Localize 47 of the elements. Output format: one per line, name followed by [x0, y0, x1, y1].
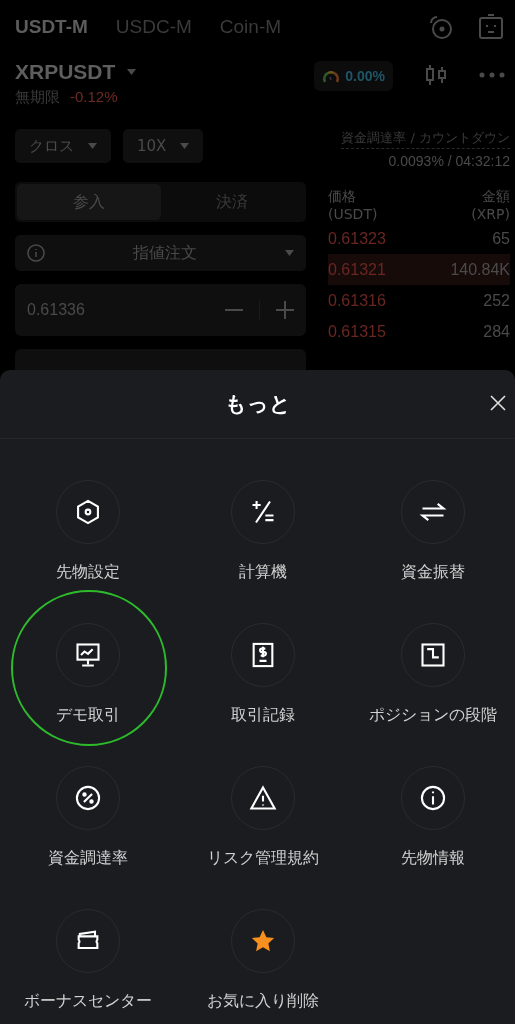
sentiment-badge[interactable]: 0.00%: [314, 61, 393, 91]
info-icon: [418, 784, 447, 812]
menu-label[interactable]: デモ取引: [55, 704, 120, 726]
steps-icon: [418, 641, 447, 669]
menu-label[interactable]: 計算機: [238, 561, 287, 583]
menu-label[interactable]: 先物設定: [55, 561, 120, 583]
gauge-icon: [322, 68, 341, 84]
chart-monitor-icon: [73, 641, 102, 669]
price-text: 0.61315: [328, 322, 386, 341]
amount-text: 65: [492, 229, 510, 248]
contract-type: 無期限: [15, 88, 60, 107]
leverage-select[interactable]: 10X: [123, 129, 204, 163]
market-tab[interactable]: USDT-M: [15, 16, 88, 38]
column-header: 金額: [481, 187, 510, 205]
amount-text: 252: [483, 291, 510, 310]
column-unit: (USDT): [328, 205, 378, 223]
order-type-select[interactable]: 指値注文: [15, 235, 306, 271]
price-text: 0.61321: [328, 260, 386, 279]
menu-label[interactable]: 取引記録: [230, 704, 295, 726]
percent-icon: [73, 784, 102, 812]
caret-icon: [88, 143, 97, 149]
market-tab[interactable]: USDC-M: [115, 16, 192, 38]
menu-label[interactable]: 資金調達率: [47, 847, 128, 869]
caret-icon: [285, 250, 294, 256]
column-header: 価格: [328, 187, 357, 205]
menu-label[interactable]: お気に入り削除: [206, 990, 319, 1012]
menu-label[interactable]: 先物情報: [400, 847, 465, 869]
amount-text: 284: [483, 322, 510, 341]
warning-icon: [248, 784, 277, 812]
caret-icon: [180, 143, 190, 149]
price-text: 0.61316: [328, 291, 386, 310]
info-icon: [27, 244, 45, 262]
symbol-name[interactable]: XRPUSDT: [15, 60, 116, 84]
menu-label[interactable]: リスク管理規約: [206, 847, 319, 869]
menu-label[interactable]: ボーナスセンター: [23, 990, 152, 1012]
price-change: -0.12%: [70, 88, 118, 107]
amount-text: 140.84K: [450, 260, 510, 279]
caret-icon: [127, 69, 137, 75]
margin-mode-select[interactable]: クロス: [15, 129, 111, 163]
sheet-title: もっと: [224, 391, 291, 418]
column-unit: (XRP): [471, 205, 510, 223]
price-text: 0.61323: [328, 229, 386, 248]
menu-label[interactable]: 資金振替: [400, 561, 465, 583]
market-tab[interactable]: Coin-M: [219, 16, 282, 38]
funding-rate-value: 0.0093% / 04:32:12: [387, 152, 510, 169]
menu-label[interactable]: ポジションの段階: [368, 704, 497, 726]
close-icon[interactable]: [490, 395, 506, 411]
